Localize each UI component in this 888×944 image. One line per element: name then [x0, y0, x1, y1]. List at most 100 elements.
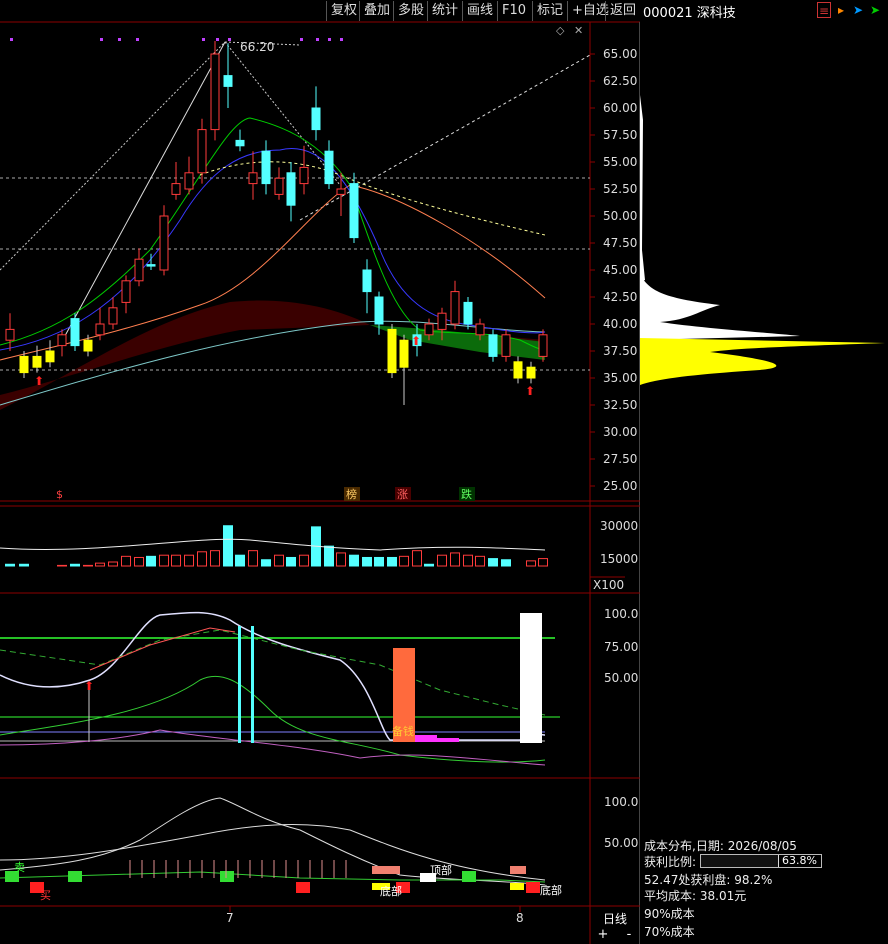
price-panel: 66.20 ◇ ✕ ⬆ ⬆ ⬆ $ 榜 涨 跌: [0, 24, 591, 501]
candle-body[interactable]: [311, 107, 321, 131]
candle-body[interactable]: [286, 172, 296, 206]
candle-body[interactable]: [95, 323, 105, 336]
avg-cost-label: 平均成本:: [644, 889, 697, 903]
zoom-in-button[interactable]: +: [594, 928, 612, 942]
candle-body[interactable]: [437, 312, 447, 330]
volume-bar: [412, 550, 422, 567]
ind1-tick-75: 75.00: [604, 640, 638, 654]
candle-body[interactable]: [349, 183, 359, 239]
candle-body[interactable]: [513, 361, 523, 379]
candle-body[interactable]: [210, 53, 220, 131]
price-tick: 27.50: [603, 452, 637, 466]
candle-body[interactable]: [374, 296, 384, 325]
volume-bar: [399, 555, 409, 567]
candle-body[interactable]: [450, 291, 460, 325]
profit-line-value: 98.2%: [734, 873, 773, 887]
candle-body[interactable]: [83, 339, 93, 352]
marker-dot: [300, 38, 303, 41]
cost-date-label: 成本分布,日期:: [644, 839, 724, 853]
volume-bar: [134, 556, 144, 567]
buy-arrow-icon: ⬆: [34, 374, 44, 388]
candle-body[interactable]: [45, 350, 55, 363]
candle-body[interactable]: [538, 334, 548, 357]
yellow-signal-block: [510, 883, 524, 890]
kline-chart[interactable]: 65.00 62.50 60.00 57.50 55.00 52.50 50.00 47.50…: [0, 0, 888, 944]
candle-body[interactable]: [19, 355, 29, 374]
marker-dot: [228, 38, 231, 41]
price-tick: 32.50: [603, 398, 637, 412]
candle-body[interactable]: [324, 150, 334, 185]
candle-body[interactable]: [463, 301, 473, 325]
candle-body[interactable]: [57, 334, 67, 347]
cloud-band-red: [0, 300, 545, 410]
candle-body[interactable]: [336, 188, 346, 195]
candle-body[interactable]: [70, 318, 80, 347]
marker-dot: [216, 38, 219, 41]
date-tick-8: 8: [516, 911, 524, 925]
marker-dot: [10, 38, 13, 41]
candle-body[interactable]: [197, 129, 207, 174]
signal-die: 跌: [461, 487, 472, 501]
volume-bar: [286, 556, 296, 567]
candle-body[interactable]: [248, 172, 258, 185]
candle-body[interactable]: [184, 172, 194, 190]
candle-body[interactable]: [134, 258, 144, 282]
signal-s: $: [56, 488, 63, 501]
candle-body[interactable]: [235, 139, 245, 147]
close-icon[interactable]: ✕: [574, 24, 583, 37]
volume-bar: [501, 559, 511, 567]
ind1-red-steps: [89, 627, 236, 671]
period-tab-daily[interactable]: 日线: [592, 911, 638, 927]
volume-bar: [475, 555, 485, 567]
ind1-cyan-bar: [238, 626, 241, 743]
candle-body[interactable]: [261, 150, 271, 185]
candle-body[interactable]: [424, 323, 434, 336]
candle-body[interactable]: [171, 183, 181, 195]
volume-bar: [171, 554, 181, 567]
volume-bar: [336, 552, 346, 567]
candle-body[interactable]: [32, 355, 42, 368]
volume-bar: [261, 559, 271, 567]
diamond-icon[interactable]: ◇: [556, 24, 565, 37]
marker-dot: [118, 38, 121, 41]
candle-body[interactable]: [399, 339, 409, 368]
volume-bar: [387, 556, 397, 567]
avg-cost-value: 38.01元: [699, 889, 747, 903]
signal-bang: 榜: [346, 487, 357, 501]
candle-body[interactable]: [108, 307, 118, 325]
candle-body[interactable]: [274, 177, 284, 195]
cost-distribution-profile: [640, 95, 885, 385]
price-tick: 65.00: [603, 47, 637, 61]
zoom-out-button[interactable]: -: [620, 928, 638, 942]
volume-bar: [235, 554, 245, 567]
green-signal-block: [462, 871, 476, 882]
signal-bei-qian: 备钱: [392, 724, 414, 738]
candle-body[interactable]: [475, 323, 485, 336]
price-tick: 60.00: [603, 101, 637, 115]
candle-body[interactable]: [299, 166, 309, 185]
vol-tick-15000: 15000: [600, 552, 638, 566]
volume-bar: [223, 525, 233, 567]
candle-body[interactable]: [223, 75, 233, 87]
signal-di-bu-2: 底部: [540, 883, 562, 897]
candle-body[interactable]: [387, 328, 397, 374]
candle-body[interactable]: [488, 334, 498, 357]
cost-date-row: 成本分布,日期: 2026/08/05: [644, 838, 797, 854]
candle-body[interactable]: [159, 215, 169, 271]
candle-body[interactable]: [146, 264, 156, 267]
indicator1-axis: 100.0 75.00 50.00: [604, 607, 638, 685]
candle-body[interactable]: [5, 328, 15, 341]
cost-yellow-peak: [640, 338, 885, 385]
trend-line-1: [0, 41, 226, 271]
ind1-tick-50: 50.00: [604, 671, 638, 685]
price-tick: 30.00: [603, 425, 637, 439]
volume-bar: [19, 563, 29, 567]
date-tick-7: 7: [226, 911, 234, 925]
candle-body[interactable]: [121, 280, 131, 303]
candle-body[interactable]: [362, 269, 372, 293]
candle-body[interactable]: [501, 334, 511, 357]
green-signal-block: [220, 871, 234, 882]
ind1-magenta-bar: [415, 735, 437, 742]
cost-90-label: 90%成本: [644, 907, 695, 921]
candle-body[interactable]: [526, 366, 536, 379]
